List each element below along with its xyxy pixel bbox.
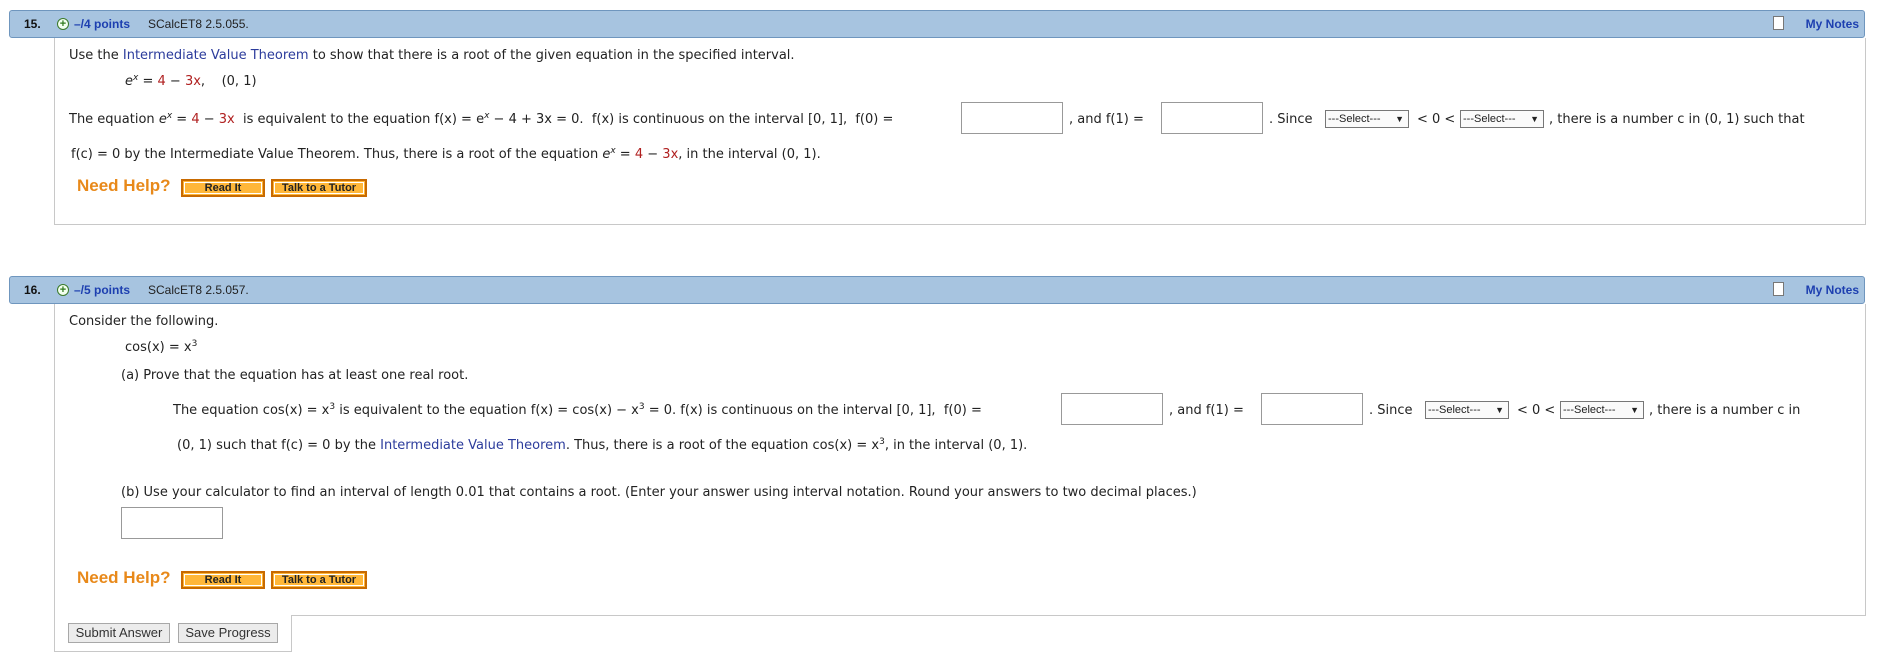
question-code: SCalcET8 2.5.055. [148, 17, 249, 31]
talk-to-tutor-button[interactable]: Talk to a Tutor [271, 179, 367, 197]
talk-to-tutor-button[interactable]: Talk to a Tutor [271, 571, 367, 589]
points-link[interactable]: –/4 points [74, 17, 130, 31]
read-it-button[interactable]: Read It [181, 179, 265, 197]
f1-answer-input[interactable] [1261, 393, 1363, 425]
q15-line1-tail: , there is a number c in (0, 1) such tha… [1549, 112, 1805, 127]
q15-body: Use the Intermediate Value Theorem to sh… [54, 38, 1866, 225]
since-label: . Since [1269, 112, 1313, 127]
my-notes-link[interactable]: My Notes [1806, 283, 1859, 297]
submit-answer-button[interactable]: Submit Answer [68, 623, 170, 643]
question-number: 15. [24, 17, 41, 31]
and-f1-label: , and f(1) = [1169, 403, 1244, 418]
select-right-dropdown[interactable]: ---Select--- ▼ [1460, 110, 1544, 128]
need-help-label: Need Help? [77, 176, 171, 195]
q16-body: Consider the following. cos(x) = x3 (a) … [54, 304, 1866, 616]
question-number: 16. [24, 283, 41, 297]
expand-plus-icon[interactable]: + [57, 284, 69, 296]
select-left-dropdown[interactable]: ---Select--- ▼ [1325, 110, 1409, 128]
dropdown-arrow-icon: ▼ [1495, 405, 1504, 415]
q15-header: 15. + –/4 points SCalcET8 2.5.055. My No… [9, 10, 1865, 38]
points-link[interactable]: –/5 points [74, 283, 130, 297]
q16-line1-text: The equation cos(x) = x3 is equivalent t… [173, 402, 982, 419]
part-b-label: (b) Use your calculator to find an inter… [121, 485, 1197, 500]
q16-intro: Consider the following. [69, 314, 219, 329]
notes-page-icon [1773, 282, 1784, 296]
q16-line1-tail: , there is a number c in [1649, 403, 1801, 418]
interval-answer-input[interactable] [121, 507, 223, 539]
my-notes-link[interactable]: My Notes [1806, 17, 1859, 31]
expand-plus-icon[interactable]: + [57, 18, 69, 30]
q15-line1-text: The equation ex = 4 − 3x is equivalent t… [69, 111, 894, 128]
ivt-link[interactable]: Intermediate Value Theorem [123, 48, 309, 63]
f0-answer-input[interactable] [1061, 393, 1163, 425]
q15-line2-text: f(c) = 0 by the Intermediate Value Theor… [71, 146, 821, 163]
need-help-label: Need Help? [77, 568, 171, 587]
lt-zero-lt: < 0 < [1517, 403, 1556, 418]
read-it-button[interactable]: Read It [181, 571, 265, 589]
since-label: . Since [1369, 403, 1413, 418]
ivt-link[interactable]: Intermediate Value Theorem [380, 438, 566, 453]
f1-answer-input[interactable] [1161, 102, 1263, 134]
and-f1-label: , and f(1) = [1069, 112, 1144, 127]
select-left-dropdown[interactable]: ---Select--- ▼ [1425, 401, 1509, 419]
q16-equation: cos(x) = x3 [125, 339, 198, 356]
question-code: SCalcET8 2.5.057. [148, 283, 249, 297]
dropdown-arrow-icon: ▼ [1530, 114, 1539, 124]
q16-line2-text: (0, 1) such that f(c) = 0 by the Interme… [177, 437, 1028, 454]
q16-header: 16. + –/5 points SCalcET8 2.5.057. My No… [9, 276, 1865, 304]
save-progress-button[interactable]: Save Progress [178, 623, 278, 643]
f0-answer-input[interactable] [961, 102, 1063, 134]
lt-zero-lt: < 0 < [1417, 112, 1456, 127]
q15-equation: ex = 4 − 3x, (0, 1) [125, 73, 257, 90]
notes-page-icon [1773, 16, 1784, 30]
dropdown-arrow-icon: ▼ [1395, 114, 1404, 124]
part-a-label: (a) Prove that the equation has at least… [121, 368, 469, 383]
q15-intro: Use the Intermediate Value Theorem to sh… [69, 48, 795, 63]
select-right-dropdown[interactable]: ---Select--- ▼ [1560, 401, 1644, 419]
dropdown-arrow-icon: ▼ [1630, 405, 1639, 415]
